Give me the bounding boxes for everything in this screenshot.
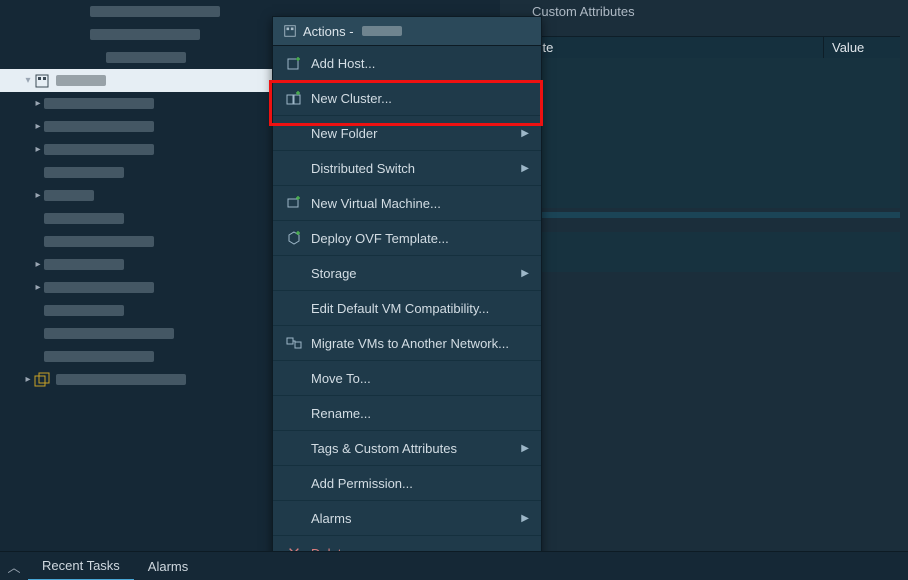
menu-edit-compat[interactable]: Edit Default VM Compatibility...	[273, 291, 541, 326]
menu-item-label: Distributed Switch	[311, 161, 415, 176]
menu-rename[interactable]: Rename...	[273, 396, 541, 431]
menu-new-cluster[interactable]: New Cluster...	[273, 81, 541, 116]
menu-add-permission[interactable]: Add Permission...	[273, 466, 541, 501]
menu-new-vm[interactable]: New Virtual Machine...	[273, 186, 541, 221]
chevron-right-icon: ▸	[32, 259, 44, 270]
tree-item-label: █████	[56, 75, 106, 86]
tree-item[interactable]: ▸	[0, 115, 272, 138]
new-vm-icon	[285, 194, 303, 212]
inventory-tree: ▾ █████ ▸ ▸ ▸ ▸ ▸ ▸ ▸ ██████████	[0, 0, 272, 552]
tree-item[interactable]: ▸	[0, 253, 272, 276]
tree-item-vm-container[interactable]: ▸ ██████████	[0, 368, 272, 391]
new-cluster-icon	[285, 89, 303, 107]
menu-item-label: Rename...	[311, 406, 371, 421]
custom-attributes-header: bute Value	[520, 36, 900, 60]
tree-item[interactable]	[0, 345, 272, 368]
submenu-arrow-icon: ▶	[521, 268, 529, 279]
tree-item[interactable]	[0, 299, 272, 322]
menu-item-label: Storage	[311, 266, 357, 281]
menu-migrate-network[interactable]: Migrate VMs to Another Network...	[273, 326, 541, 361]
submenu-arrow-icon: ▶	[521, 163, 529, 174]
menu-item-label: Deploy OVF Template...	[311, 231, 449, 246]
app-root: ▾ █████ ▸ ▸ ▸ ▸ ▸ ▸ ▸ ██████████ Custom …	[0, 0, 908, 580]
tree-item-label: ██████████	[56, 374, 186, 385]
menu-item-label: Move To...	[311, 371, 371, 386]
submenu-arrow-icon: ▶	[521, 128, 529, 139]
vm-group-icon	[34, 372, 50, 388]
tree-item[interactable]	[0, 161, 272, 184]
menu-add-host[interactable]: Add Host...	[273, 46, 541, 81]
chevron-right-icon: ▸	[32, 190, 44, 201]
menu-title: Actions -	[273, 17, 541, 46]
submenu-arrow-icon: ▶	[521, 443, 529, 454]
tree-item[interactable]	[0, 0, 272, 23]
migrate-icon	[285, 334, 303, 352]
menu-item-label: Migrate VMs to Another Network...	[311, 336, 509, 351]
tree-item[interactable]: ▸	[0, 276, 272, 299]
chevron-right-icon: ▸	[32, 98, 44, 109]
tree-item-selected-datacenter[interactable]: ▾ █████	[0, 69, 272, 92]
menu-item-label: New Folder	[311, 126, 377, 141]
context-menu: Actions - Add Host... New Cluster... New…	[272, 16, 542, 571]
column-value[interactable]: Value	[824, 37, 900, 59]
panel-section	[520, 232, 900, 272]
menu-item-label: Add Permission...	[311, 476, 413, 491]
menu-item-label: Tags & Custom Attributes	[311, 441, 457, 456]
menu-deploy-ovf[interactable]: Deploy OVF Template...	[273, 221, 541, 256]
tree-item[interactable]: ▸	[0, 138, 272, 161]
submenu-arrow-icon: ▶	[521, 513, 529, 524]
menu-title-target	[362, 26, 402, 36]
menu-storage[interactable]: Storage ▶	[273, 256, 541, 291]
tree-item[interactable]	[0, 230, 272, 253]
custom-attributes-title: Custom Attributes	[532, 4, 635, 19]
menu-distributed-switch[interactable]: Distributed Switch ▶	[273, 151, 541, 186]
tree-item[interactable]	[0, 46, 272, 69]
panel-divider	[520, 212, 900, 218]
chevron-right-icon: ▸	[32, 282, 44, 293]
tree-item[interactable]: ▸	[0, 184, 272, 207]
tree-item[interactable]	[0, 23, 272, 46]
expand-panel-icon[interactable]: ︿	[0, 557, 28, 576]
datacenter-icon	[283, 24, 297, 38]
chevron-down-icon: ▾	[22, 75, 34, 86]
bottom-bar: ︿ Recent Tasks Alarms	[0, 551, 908, 580]
menu-move-to[interactable]: Move To...	[273, 361, 541, 396]
menu-item-label: Alarms	[311, 511, 351, 526]
tab-recent-tasks[interactable]: Recent Tasks	[28, 551, 134, 580]
tree-item[interactable]	[0, 207, 272, 230]
menu-item-label: New Cluster...	[311, 91, 392, 106]
tab-alarms[interactable]: Alarms	[134, 552, 202, 580]
menu-title-label: Actions -	[303, 24, 354, 39]
menu-item-label: Edit Default VM Compatibility...	[311, 301, 489, 316]
add-host-icon	[285, 54, 303, 72]
menu-alarms[interactable]: Alarms ▶	[273, 501, 541, 536]
menu-new-folder[interactable]: New Folder ▶	[273, 116, 541, 151]
datacenter-icon	[34, 73, 50, 89]
chevron-right-icon: ▸	[32, 144, 44, 155]
column-attribute[interactable]: bute	[520, 37, 824, 59]
custom-attributes-body	[520, 58, 900, 208]
menu-item-label: New Virtual Machine...	[311, 196, 441, 211]
chevron-right-icon: ▸	[22, 374, 34, 385]
tree-item[interactable]: ▸	[0, 92, 272, 115]
deploy-ovf-icon	[285, 229, 303, 247]
tree-item[interactable]	[0, 322, 272, 345]
chevron-right-icon: ▸	[32, 121, 44, 132]
menu-tags-attributes[interactable]: Tags & Custom Attributes ▶	[273, 431, 541, 466]
menu-item-label: Add Host...	[311, 56, 375, 71]
detail-panel: Custom Attributes bute Value	[500, 0, 908, 552]
